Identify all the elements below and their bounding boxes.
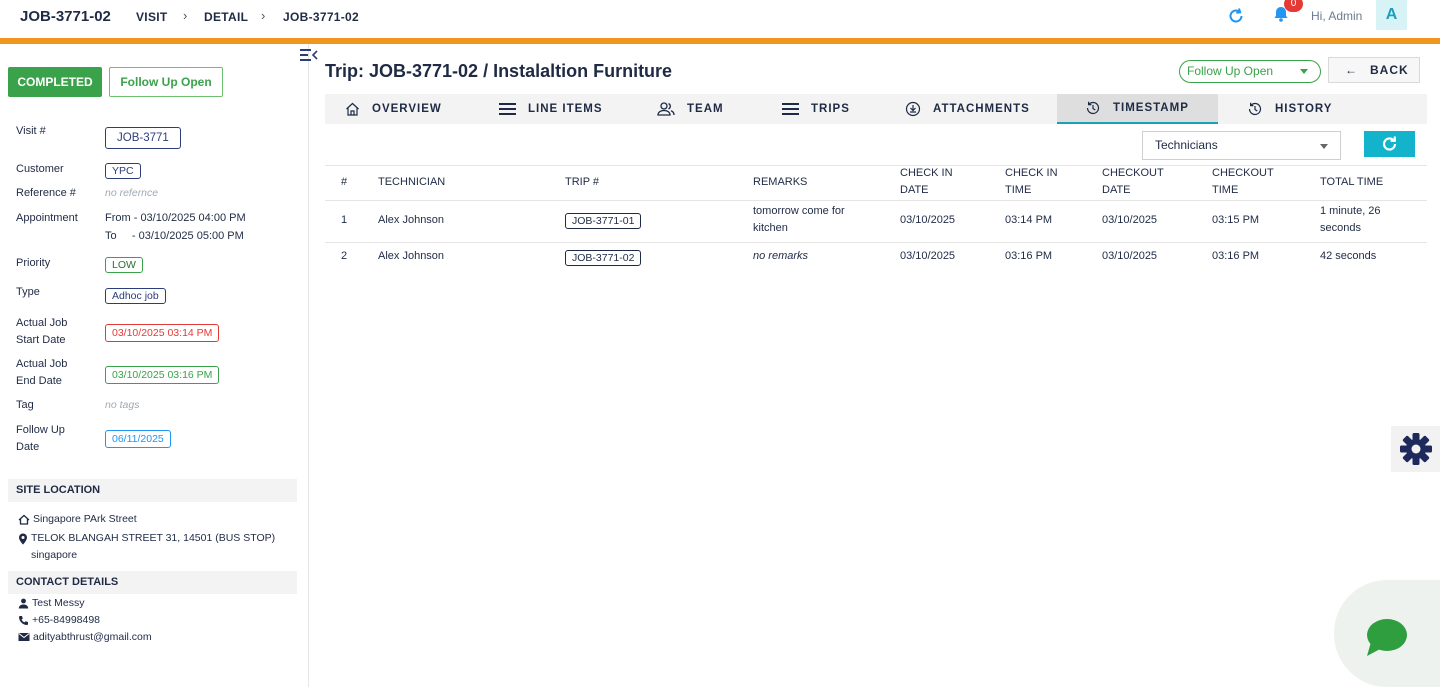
mail-icon bbox=[18, 633, 30, 641]
trip-chip[interactable]: JOB-3771-01 bbox=[565, 213, 642, 229]
breadcrumb-detail[interactable]: DETAIL bbox=[204, 10, 248, 24]
actual-start-label-2: Start Date bbox=[16, 334, 66, 346]
caret-down-icon bbox=[1320, 144, 1328, 149]
column-header-technician: TECHNICIAN bbox=[378, 176, 446, 188]
table-divider bbox=[325, 242, 1427, 243]
column-header-remarks: REMARKS bbox=[753, 176, 808, 188]
type-chip: Adhoc job bbox=[105, 288, 166, 304]
trip-chip[interactable]: JOB-3771-02 bbox=[565, 250, 642, 266]
appointment-label: Appointment bbox=[16, 212, 78, 224]
chevron-right-icon: › bbox=[261, 8, 266, 23]
site-location-heading: SITE LOCATION bbox=[8, 479, 297, 502]
column-header-checkin-time: CHECK IN TIME bbox=[1005, 167, 1058, 196]
actual-end-label: Actual Job bbox=[16, 358, 68, 370]
arrow-left-icon: ← bbox=[1345, 63, 1358, 77]
contact-phone[interactable]: +65-84998498 bbox=[18, 612, 100, 629]
tab-overview[interactable]: OVERVIEW bbox=[345, 94, 442, 124]
phone-icon bbox=[19, 616, 28, 625]
customer-label: Customer bbox=[16, 163, 64, 175]
tab-team[interactable]: TEAM bbox=[657, 94, 724, 124]
breadcrumb-current: JOB-3771-02 bbox=[283, 10, 360, 24]
tab-bar: OVERVIEW LINE ITEMS TEAM TRIPS ATTACHMEN… bbox=[325, 94, 1427, 124]
page-job-title: JOB-3771-02 bbox=[20, 8, 111, 25]
contact-email[interactable]: adityabthrust@gmail.com bbox=[18, 629, 152, 646]
customer-chip[interactable]: YPC bbox=[105, 163, 141, 179]
reference-value: no refernce bbox=[105, 187, 159, 199]
notification-badge: 0 bbox=[1284, 0, 1303, 12]
technician-name: Alex Johnson bbox=[378, 214, 445, 226]
remarks: no remarks bbox=[753, 250, 809, 262]
map-pin-icon bbox=[19, 533, 27, 545]
column-header-checkout-time: CHECKOUT TIME bbox=[1212, 167, 1274, 196]
top-header: JOB-3771-02 VISIT › DETAIL › JOB-3771-02… bbox=[0, 0, 1440, 44]
appointment-to: To - 03/10/2025 05:00 PM bbox=[105, 230, 244, 242]
tab-line-items[interactable]: LINE ITEMS bbox=[499, 94, 603, 124]
table-divider bbox=[325, 200, 1427, 201]
team-icon bbox=[657, 102, 675, 116]
avatar[interactable]: A bbox=[1376, 0, 1407, 30]
collapse-sidebar-icon[interactable] bbox=[300, 48, 318, 62]
refresh-icon[interactable] bbox=[1226, 6, 1246, 26]
contact-name: Test Messy bbox=[18, 595, 85, 612]
column-header-trip: TRIP # bbox=[565, 176, 600, 188]
person-icon bbox=[18, 598, 29, 609]
chevron-right-icon: › bbox=[183, 8, 188, 23]
home-icon bbox=[18, 514, 30, 525]
follow-up-open-button[interactable]: Follow Up Open bbox=[109, 67, 223, 97]
breadcrumb-visit[interactable]: VISIT bbox=[136, 10, 168, 24]
technician-name: Alex Johnson bbox=[378, 250, 445, 262]
actual-start-chip: 03/10/2025 03:14 PM bbox=[105, 324, 220, 342]
gear-icon bbox=[1400, 433, 1432, 465]
actual-end-chip: 03/10/2025 03:16 PM bbox=[105, 366, 220, 384]
actual-start-label: Actual Job bbox=[16, 317, 68, 329]
list-icon bbox=[782, 103, 799, 115]
chat-bubble-icon bbox=[1367, 619, 1407, 656]
priority-chip: LOW bbox=[105, 257, 143, 273]
history-icon bbox=[1248, 102, 1262, 116]
user-greeting: Hi, Admin bbox=[1311, 9, 1363, 23]
follow-up-date-label-2: Date bbox=[16, 441, 40, 453]
home-icon bbox=[346, 102, 359, 116]
back-button[interactable]: ← BACK bbox=[1328, 57, 1420, 83]
column-header-total-time: TOTAL TIME bbox=[1320, 176, 1384, 188]
page-title: Trip: JOB-3771-02 / Instalaltion Furnitu… bbox=[325, 61, 673, 81]
column-header-checkout-date: CHECKOUT DATE bbox=[1102, 167, 1164, 196]
total-time: 1 minute, 26 seconds bbox=[1320, 205, 1381, 234]
priority-label: Priority bbox=[16, 257, 51, 269]
visit-number-chip[interactable]: JOB-3771 bbox=[105, 127, 181, 149]
tab-attachments[interactable]: ATTACHMENTS bbox=[905, 94, 1030, 124]
caret-down-icon bbox=[1300, 69, 1308, 74]
tag-value: no tags bbox=[105, 399, 140, 411]
tab-history[interactable]: HISTORY bbox=[1247, 94, 1332, 124]
type-label: Type bbox=[16, 286, 40, 298]
actual-end-label-2: End Date bbox=[16, 375, 62, 387]
tab-timestamp[interactable]: TIMESTAMP bbox=[1057, 94, 1218, 124]
reference-label: Reference # bbox=[16, 187, 76, 199]
technicians-filter-select[interactable]: Technicians bbox=[1142, 131, 1341, 160]
follow-up-date-label: Follow Up bbox=[16, 424, 65, 436]
visit-label: Visit # bbox=[16, 125, 46, 137]
site-address: TELOK BLANGAH STREET 31, 14501 (BUS STOP… bbox=[18, 530, 275, 564]
attachment-icon bbox=[905, 101, 921, 117]
total-time: 42 seconds bbox=[1320, 250, 1377, 262]
contact-details-heading: CONTACT DETAILS bbox=[8, 571, 297, 594]
site-name: Singapore PArk Street bbox=[18, 511, 137, 528]
follow-up-date-chip: 06/11/2025 bbox=[105, 430, 171, 448]
visit-details-panel: COMPLETED Follow Up Open Visit # JOB-377… bbox=[0, 44, 309, 687]
refresh-icon bbox=[1382, 136, 1397, 151]
appointment-from: From - 03/10/2025 04:00 PM bbox=[105, 212, 246, 224]
completed-status-button[interactable]: COMPLETED bbox=[8, 67, 102, 97]
chat-launcher[interactable] bbox=[1334, 580, 1440, 687]
column-header-number: # bbox=[341, 176, 348, 188]
remarks: tomorrow come for kitchen bbox=[753, 205, 845, 234]
history-icon bbox=[1086, 101, 1100, 115]
column-header-checkin-date: CHECK IN DATE bbox=[900, 167, 953, 196]
visit-status-select[interactable]: Follow Up Open bbox=[1179, 60, 1321, 83]
tag-label: Tag bbox=[16, 399, 34, 411]
list-icon bbox=[499, 103, 516, 115]
settings-button[interactable] bbox=[1391, 426, 1440, 472]
tab-trips[interactable]: TRIPS bbox=[782, 94, 850, 124]
refresh-table-button[interactable] bbox=[1364, 131, 1415, 157]
